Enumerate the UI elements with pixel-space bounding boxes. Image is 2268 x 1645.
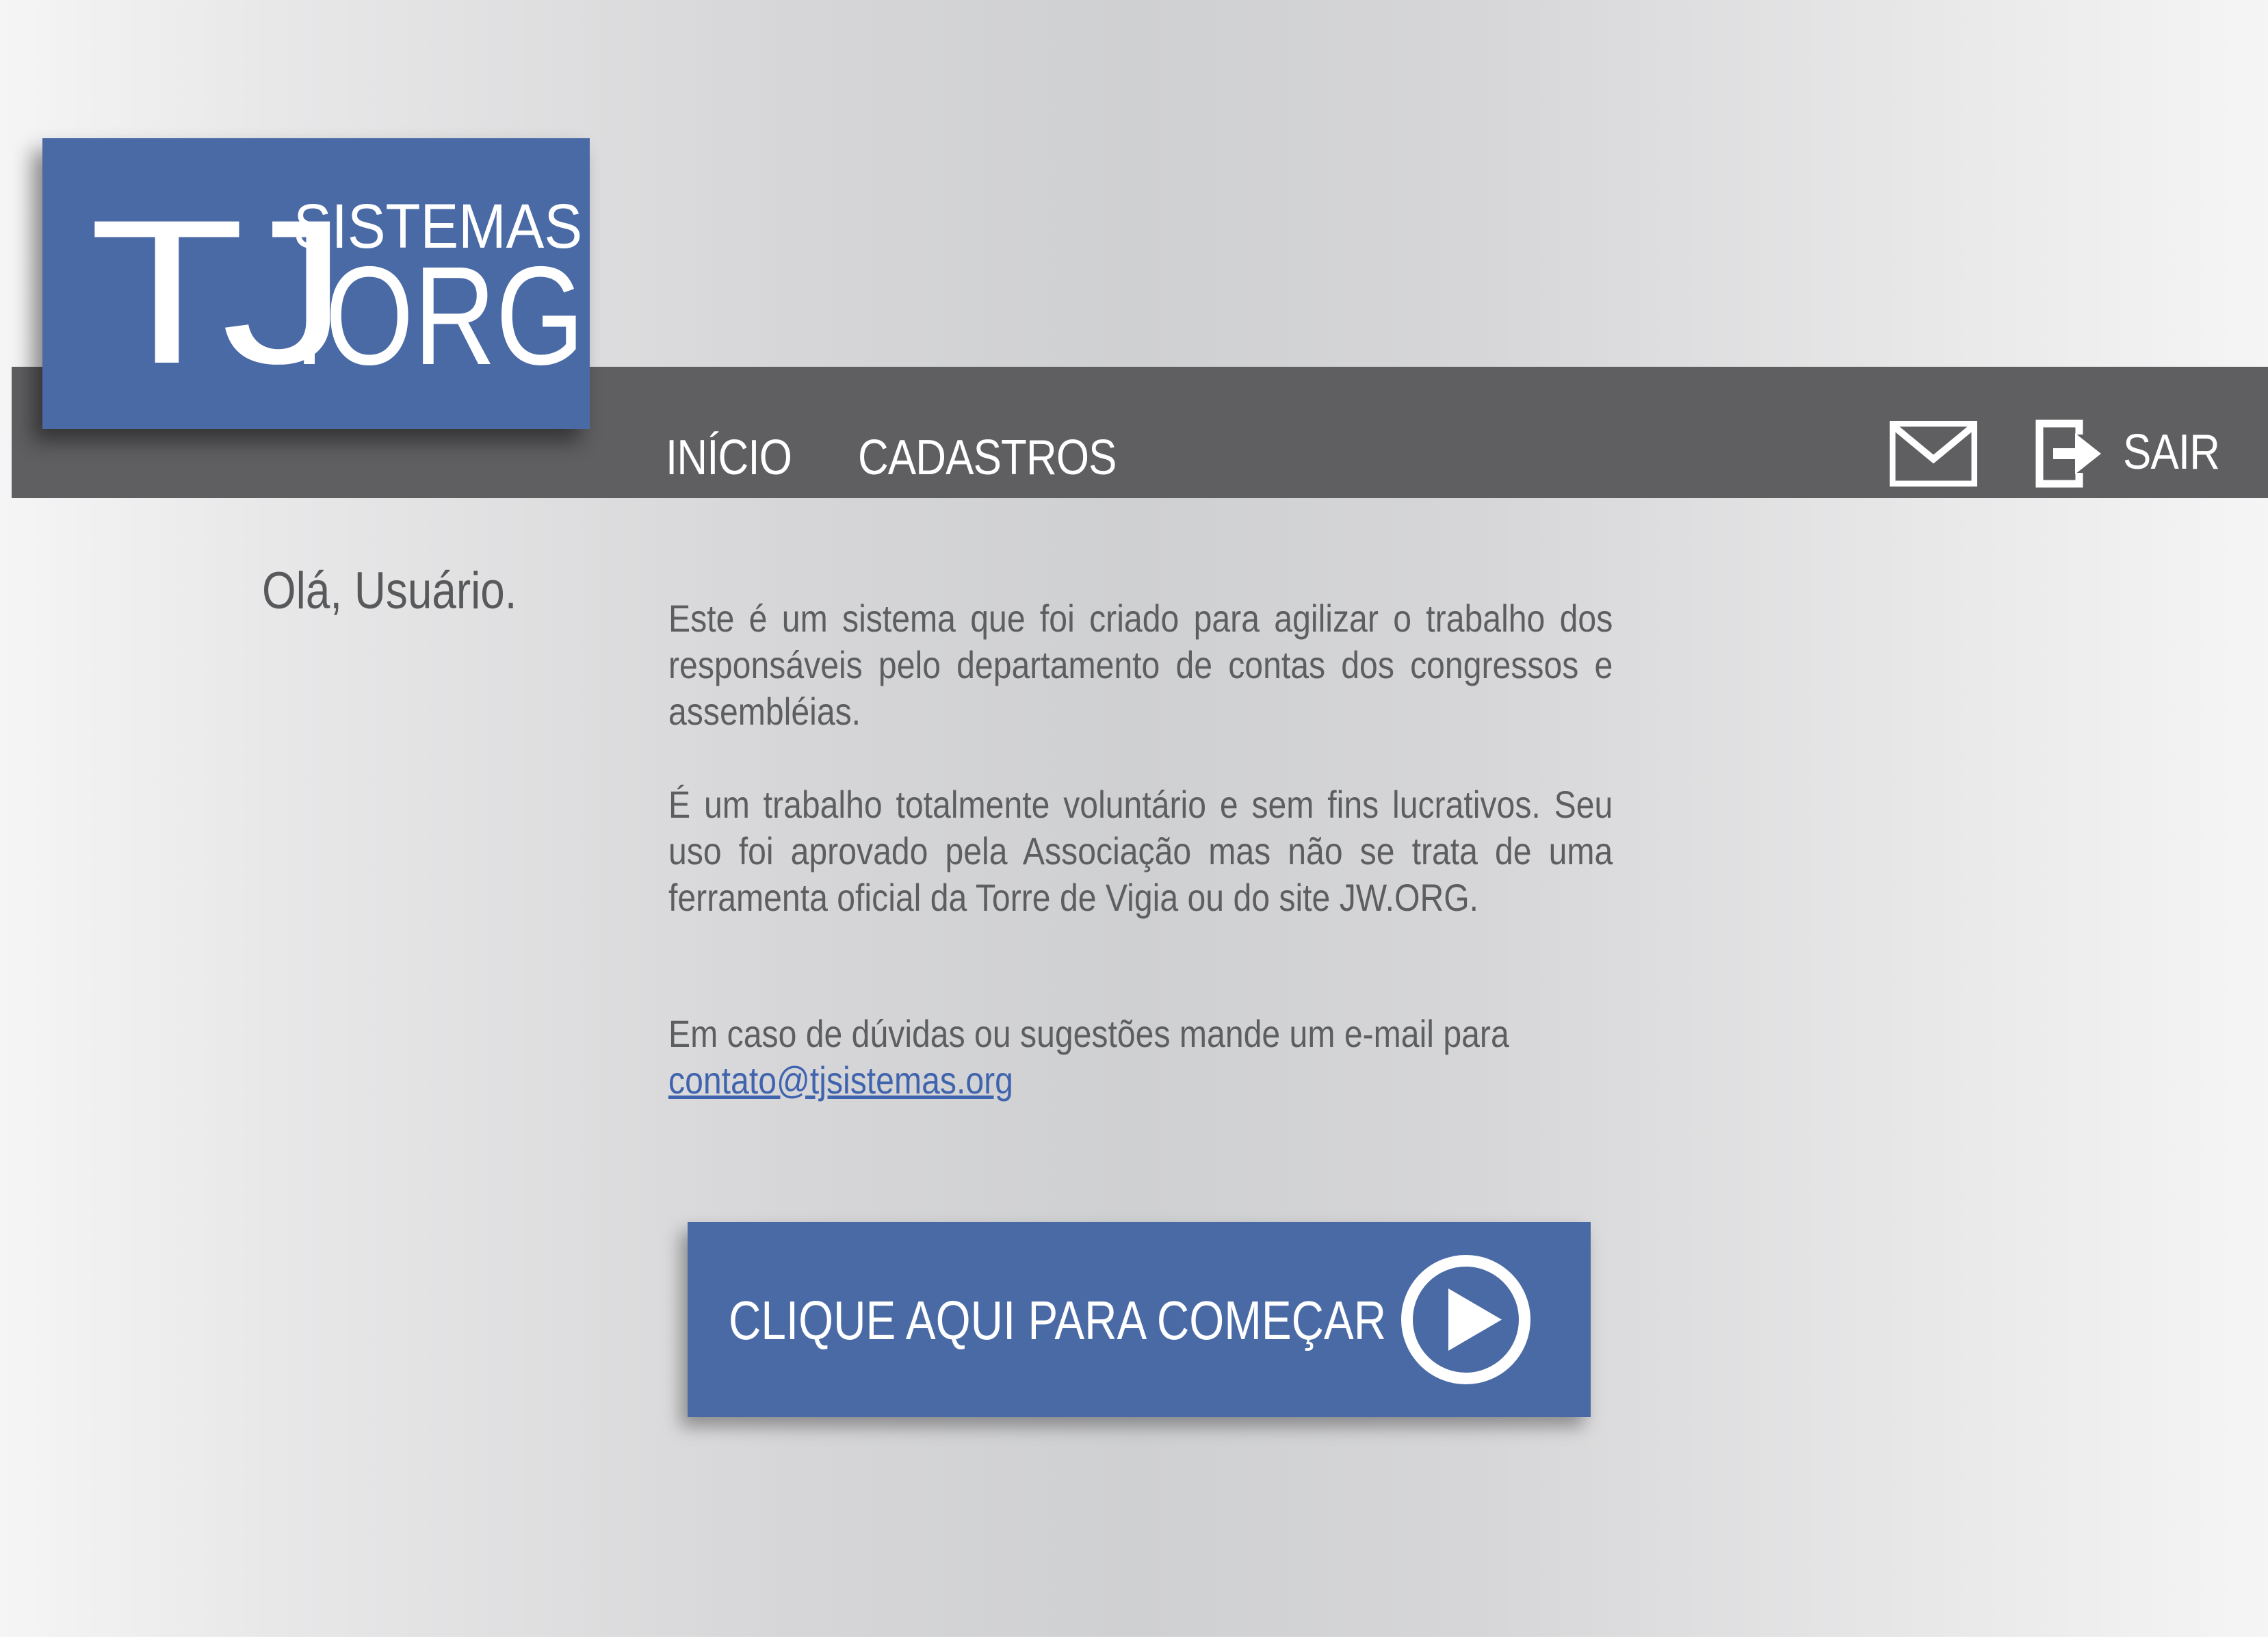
logout-link[interactable]: SAIR (2123, 424, 2220, 480)
contact-paragraph: Em caso de dúvidas ou sugestões mande um… (668, 1011, 1613, 1104)
start-button[interactable]: CLIQUE AQUI PARA COMEÇAR (688, 1222, 1591, 1417)
intro-paragraph-2: É um trabalho totalmente voluntário e se… (668, 783, 1613, 919)
brand-logo[interactable]: TJ SISTEMAS .ORG (42, 138, 590, 429)
user-greeting: Olá, Usuário. (262, 562, 517, 620)
contact-email-link[interactable]: contato@tjsistemas.org (668, 1059, 1013, 1102)
play-circle-icon (1401, 1255, 1530, 1384)
start-button-label: CLIQUE AQUI PARA COMEÇAR (729, 1290, 1387, 1351)
nav-item-inicio[interactable]: INÍCIO (666, 430, 792, 486)
nav-item-cadastros[interactable]: CADASTROS (858, 430, 1117, 486)
envelope-icon[interactable] (1890, 421, 1977, 487)
logo-org: .ORG (294, 237, 584, 394)
logout-arrow-icon[interactable] (2035, 419, 2104, 488)
page-bottom-edge (0, 1637, 2268, 1645)
intro-paragraph-1: Este é um sistema que foi criado para ag… (668, 597, 1613, 733)
contact-text: Em caso de dúvidas ou sugestões mande um… (668, 1012, 1509, 1055)
